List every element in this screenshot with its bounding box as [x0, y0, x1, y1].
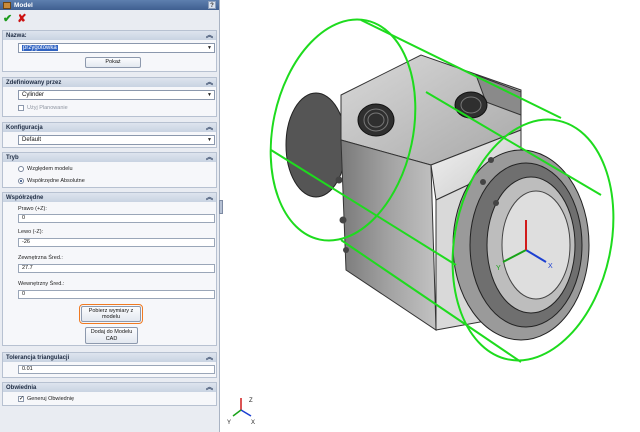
name-select[interactable]: przygotówka ▼ [18, 43, 215, 53]
collapse-chevron-icon[interactable]: ︽ [206, 153, 213, 162]
panel-titlebar: Model ? [0, 0, 219, 10]
right-z-label: Prawo (+Z): [18, 206, 47, 212]
mode-absolute-radio[interactable] [18, 178, 24, 184]
collapse-chevron-icon[interactable]: ︽ [206, 78, 213, 87]
group-coordinates-title: Współrzędne [6, 194, 44, 201]
outer-diameter-input[interactable]: 27.7 [18, 264, 215, 273]
triad-x-label: X [548, 263, 553, 270]
dropdown-arrow-icon[interactable]: ▼ [205, 91, 214, 99]
generate-envelope-label: Generuj Obwiednię [27, 396, 75, 402]
group-name: Nazwa: ︽ przygotówka ▼ Pokaż [2, 30, 217, 72]
collapse-chevron-icon[interactable]: ︽ [206, 31, 213, 40]
dropdown-arrow-icon[interactable]: ▼ [205, 136, 214, 144]
left-z-label: Lewo (-Z): [18, 229, 44, 235]
view-triad-x-label: X [251, 420, 255, 426]
group-name-title: Nazwa: [6, 32, 27, 39]
group-defined-by-header[interactable]: Zdefiniowany przez ︽ [3, 78, 216, 87]
collapse-chevron-icon[interactable]: ︽ [206, 193, 213, 202]
group-envelope-title: Obwiednia [6, 384, 37, 391]
ok-check-icon[interactable]: ✔ [3, 12, 12, 25]
group-configuration-title: Konfiguracja [6, 124, 43, 131]
use-planning-checkbox[interactable] [18, 105, 24, 111]
group-configuration: Konfiguracja ︽ Default ▼ [2, 122, 217, 148]
group-tolerance-title: Tolerancja triangulacji [6, 354, 70, 361]
collapse-chevron-icon[interactable]: ︽ [206, 353, 213, 362]
group-bounding-envelope: Obwiednia ︽ ✓ Generuj Obwiednię [2, 382, 217, 406]
tolerance-input[interactable]: 0.01 [18, 365, 215, 374]
group-name-header[interactable]: Nazwa: ︽ [3, 31, 216, 40]
panel-title: Model [14, 1, 33, 9]
cancel-x-icon[interactable]: ✘ [17, 12, 26, 25]
collapse-chevron-icon[interactable]: ︽ [206, 123, 213, 132]
property-manager-panel: Model ? ✔ ✘ Nazwa: ︽ przygotówka ▼ Pokaż… [0, 0, 220, 432]
group-defined-by-title: Zdefiniowany przez [6, 79, 62, 86]
model-icon [3, 1, 11, 9]
group-mode: Tryb ︽ Względem modelu Współrzędne Absol… [2, 152, 217, 188]
small-hole [335, 176, 343, 184]
group-coordinates: Współrzędne ︽ Prawo (+Z): 0 Lewo (-Z): -… [2, 192, 217, 346]
group-tolerance-header[interactable]: Tolerancja triangulacji ︽ [3, 353, 216, 362]
inner-diameter-label: Wewnętrzny Śred.: [18, 281, 65, 287]
front-bore [501, 190, 571, 300]
group-triangulation-tolerance: Tolerancja triangulacji ︽ 0.01 [2, 352, 217, 378]
mode-relative-label: Względem modelu [27, 166, 73, 172]
help-icon[interactable]: ? [208, 1, 216, 9]
group-mode-title: Tryb [6, 154, 19, 161]
group-envelope-header[interactable]: Obwiednia ︽ [3, 383, 216, 392]
add-to-cad-model-button[interactable]: Dodaj do Modelu CAD [85, 327, 138, 344]
group-configuration-header[interactable]: Konfiguracja ︽ [3, 123, 216, 132]
left-z-input[interactable]: -26 [18, 238, 215, 247]
block-left-face [340, 139, 437, 331]
triad-y-label: Y [496, 265, 501, 272]
group-defined-by: Zdefiniowany przez ︽ Cylinder ▼ Użyj Pla… [2, 77, 217, 117]
threaded-hole-right [454, 91, 488, 119]
inner-diameter-input[interactable]: 0 [18, 290, 215, 299]
ok-cancel-bar: ✔ ✘ [0, 10, 219, 26]
right-z-input[interactable]: 0 [18, 214, 215, 223]
defined-by-value: Cylinder [22, 92, 45, 98]
3d-viewport[interactable]: X Y Z X Y [221, 0, 640, 432]
view-triad-y-label: Y [227, 420, 231, 426]
group-coordinates-header[interactable]: Współrzędne ︽ [3, 193, 216, 202]
view-orientation-triad: Z X Y [227, 398, 255, 426]
group-mode-header[interactable]: Tryb ︽ [3, 153, 216, 162]
generate-envelope-checkbox[interactable]: ✓ [18, 396, 24, 402]
mode-relative-radio[interactable] [18, 166, 24, 172]
mode-absolute-label: Współrzędne Absolutne [27, 178, 85, 184]
defined-by-select[interactable]: Cylinder ▼ [18, 90, 215, 100]
get-model-dimensions-button[interactable]: Pobierz wymiary z modelu [79, 304, 143, 324]
dropdown-arrow-icon[interactable]: ▼ [205, 44, 214, 52]
view-triad-z-label: Z [249, 398, 253, 404]
show-button[interactable]: Pokaż [85, 57, 141, 68]
outer-diameter-label: Zewnętrzna Śred.: [18, 255, 63, 261]
configuration-select[interactable]: Default ▼ [18, 135, 215, 145]
collapse-chevron-icon[interactable]: ︽ [206, 383, 213, 392]
use-planning-label: Użyj Planowanie [27, 105, 68, 111]
small-hole [343, 247, 349, 253]
name-select-value: przygotówka [22, 45, 58, 51]
configuration-value: Default [22, 137, 42, 143]
small-hole [339, 216, 347, 224]
